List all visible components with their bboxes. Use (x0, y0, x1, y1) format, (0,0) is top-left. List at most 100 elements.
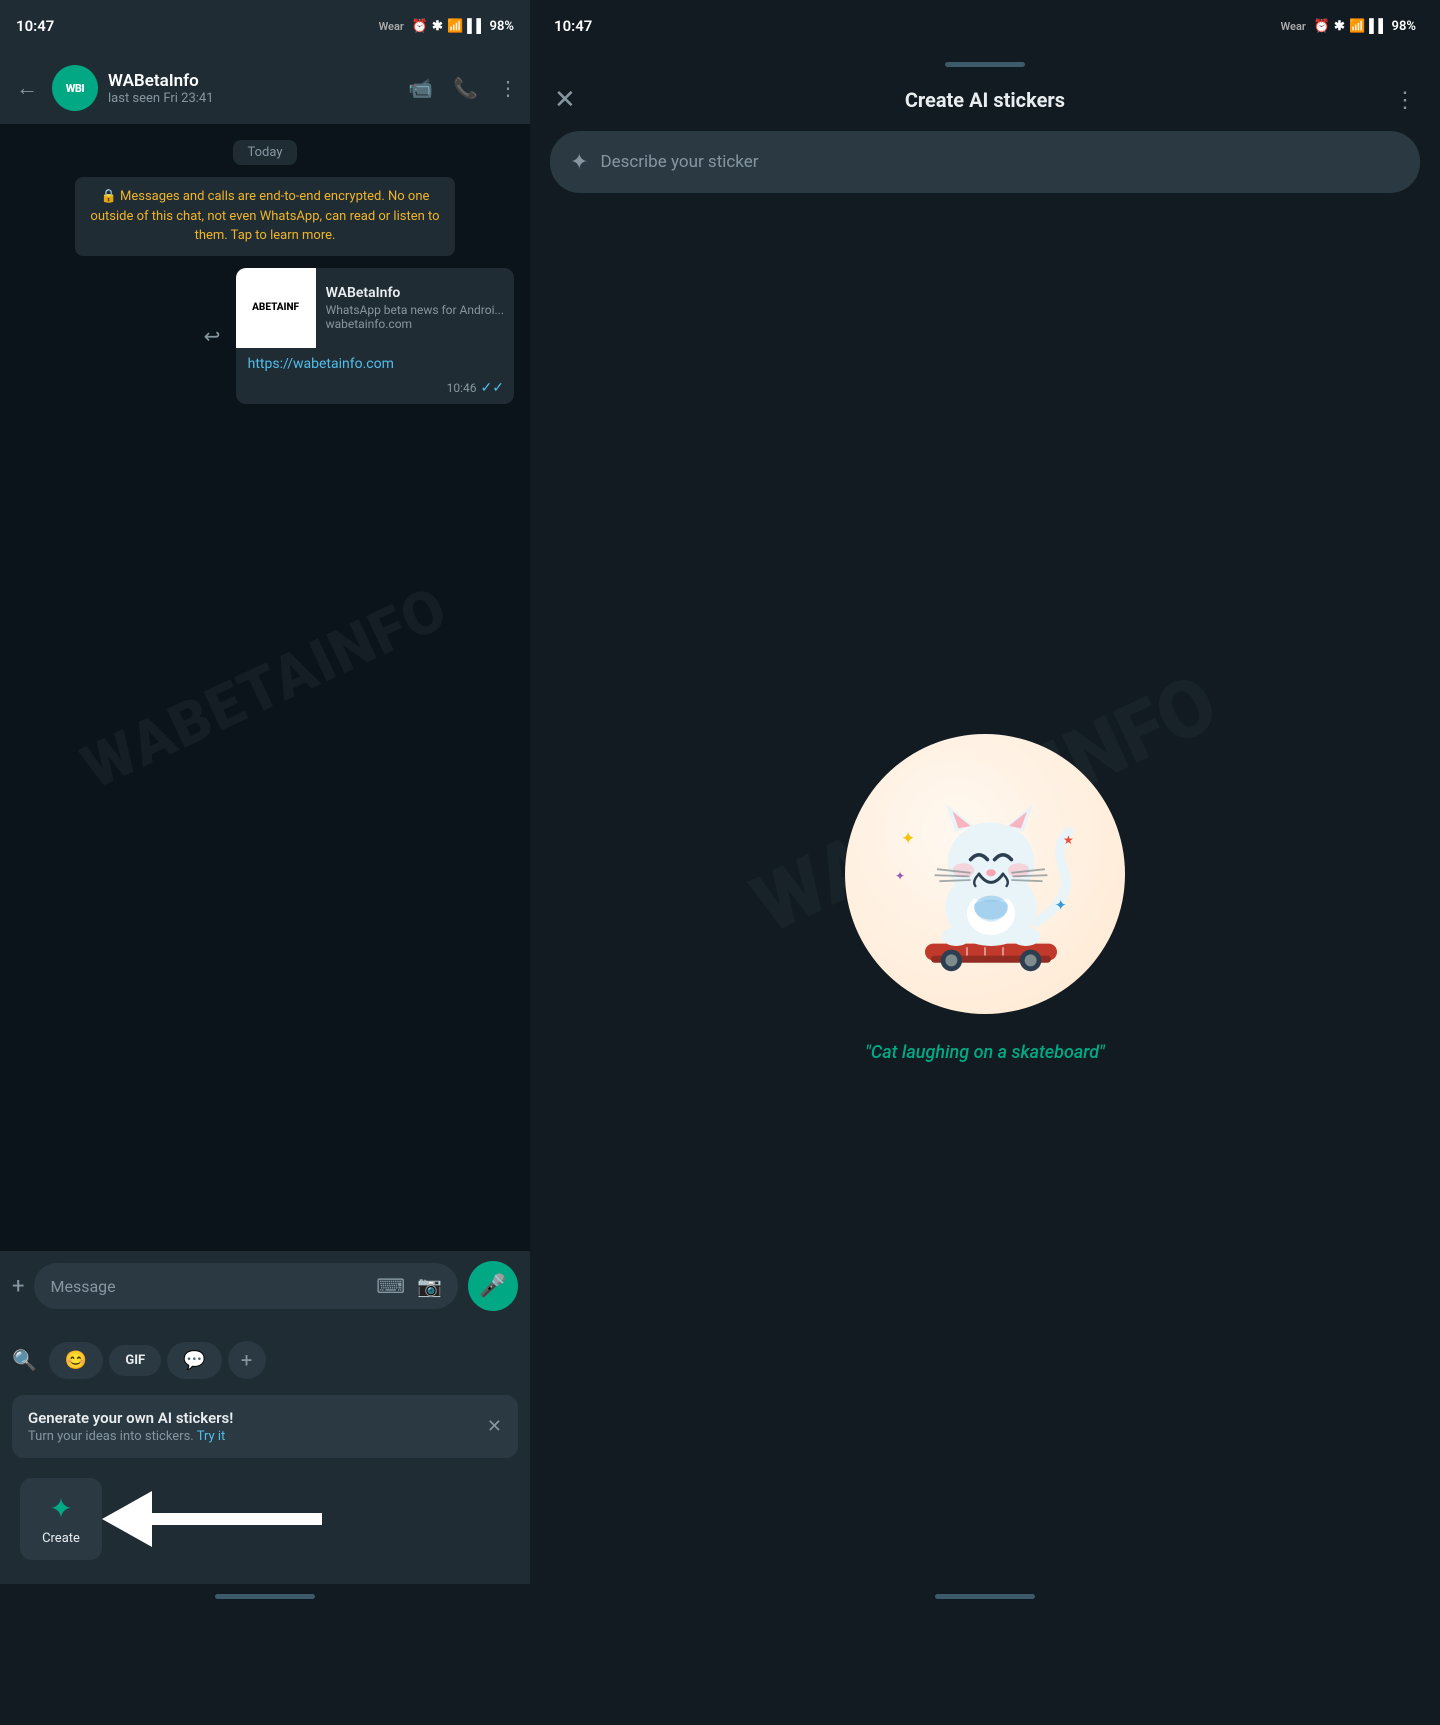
picker-search-row: 🔍 😊 GIF 💬 + (12, 1333, 518, 1387)
message-input-area: + Message ⌨ 📷 🎤 (0, 1251, 530, 1321)
reply-icon[interactable]: ↩ (204, 324, 221, 348)
home-indicator-left[interactable] (215, 1594, 315, 1599)
svg-text:★: ★ (1063, 833, 1074, 847)
ai-promo-text: Generate your own AI stickers! Turn your… (28, 1409, 233, 1444)
home-indicator-right[interactable] (935, 1594, 1035, 1599)
sticker-caption: "Cat laughing on a skateboard" (865, 1042, 1104, 1063)
sticker-image-container: ✦ ✦ ★ ✦ (845, 734, 1125, 1014)
link-description: WhatsApp beta news for Androi... (326, 303, 504, 317)
ai-promo-banner: Generate your own AI stickers! Turn your… (12, 1395, 518, 1458)
header-icons: 📹 📞 ⋮ (408, 76, 518, 100)
link-title: WABetaInfo (326, 285, 504, 301)
link-url[interactable]: https://wabetainfo.com (236, 348, 514, 376)
link-preview: ABETAINF WABetaInfo WhatsApp beta news f… (236, 268, 514, 348)
describe-sticker-input[interactable]: ✦ Describe your sticker (550, 131, 1420, 193)
link-text-block: WABetaInfo WhatsApp beta news for Androi… (316, 268, 514, 348)
arrow-shaft (152, 1513, 322, 1525)
emoji-tab-icon: 😊 (65, 1350, 87, 1371)
attach-button[interactable]: + (12, 1274, 24, 1299)
svg-text:✦: ✦ (895, 869, 905, 883)
camera-icon[interactable]: 📷 (417, 1274, 442, 1298)
message-time-row: 10:46 ✓✓ (236, 376, 514, 404)
link-message-bubble: ABETAINF WABetaInfo WhatsApp beta news f… (236, 268, 514, 404)
message-time: 10:46 (447, 381, 477, 395)
signal-icon-right: ▌▌ (1369, 18, 1387, 34)
gif-tab[interactable]: GIF (109, 1345, 161, 1376)
sheet-header: ✕ Create AI stickers ⋮ (530, 73, 1440, 131)
system-message[interactable]: 🔒 Messages and calls are end-to-end encr… (75, 177, 455, 256)
sheet-more-options[interactable]: ⋮ (1394, 88, 1416, 113)
describe-placeholder: Describe your sticker (600, 152, 758, 172)
alarm-icon-right: ⏰ (1314, 19, 1330, 34)
time-left: 10:47 (16, 17, 54, 35)
sticker-tab[interactable]: 💬 (167, 1342, 221, 1379)
mic-icon: 🎤 (479, 1274, 506, 1299)
sticker-picker: 🔍 😊 GIF 💬 + Generate your own AI sticker… (0, 1321, 530, 1584)
sticker-display-area: ✦ ✦ ★ ✦ "Cat laughing on a skateboard" (530, 213, 1440, 1584)
link-domain: wabetainfo.com (326, 317, 504, 331)
contact-avatar: WBI (52, 65, 98, 111)
svg-text:✦: ✦ (1055, 897, 1067, 914)
close-sheet-button[interactable]: ✕ (554, 85, 576, 115)
describe-input-row: ✦ Describe your sticker (530, 131, 1440, 193)
emoji-tab[interactable]: 😊 (49, 1342, 103, 1379)
sparkle-icon: ✦ (570, 150, 588, 175)
bottom-bar-left (0, 1584, 530, 1608)
bluetooth-icon-right: ✱ (1334, 19, 1345, 34)
wifi-icon-right: 📶 (1349, 19, 1365, 34)
add-sticker-pack-button[interactable]: + (228, 1341, 266, 1379)
keyboard-toggle-icon[interactable]: ⌨ (376, 1274, 405, 1298)
picker-tabs: 😊 GIF 💬 + (49, 1341, 518, 1379)
status-bar-right: 10:47 Wear ⏰ ✱ 📶 ▌▌ 98% (530, 0, 1440, 52)
time-right: 10:47 (554, 17, 592, 35)
create-button-label: Create (42, 1531, 80, 1546)
chat-header: ← WBI WABetaInfo last seen Fri 23:41 📹 📞… (0, 52, 530, 124)
bottom-bar-right (530, 1584, 1440, 1608)
ai-promo-subtitle: Turn your ideas into stickers. Try it (28, 1429, 233, 1444)
sheet-title: Create AI stickers (905, 88, 1065, 112)
message-placeholder: Message (50, 1277, 364, 1296)
svg-text:✦: ✦ (901, 829, 915, 849)
date-divider: Today (16, 140, 514, 165)
ai-sparkle-icon: ✦ (49, 1492, 72, 1525)
link-image: ABETAINF (236, 268, 316, 348)
alarm-icon: ⏰ (412, 19, 428, 34)
signal-icon: ▌▌ (467, 18, 485, 34)
ai-promo-close-button[interactable]: ✕ (487, 1416, 502, 1437)
battery-right: 98% (1392, 19, 1416, 34)
handle-bar (945, 62, 1025, 67)
message-bubble: ↩ ABETAINF WABetaInfo WhatsApp beta news… (236, 268, 514, 404)
chat-area: WABETAINFO Today 🔒 Messages and calls ar… (0, 124, 530, 1251)
contact-status: last seen Fri 23:41 (108, 91, 398, 106)
video-call-icon[interactable]: 📹 (408, 76, 433, 100)
read-receipt-icon: ✓✓ (481, 380, 504, 396)
status-bar-left: 10:47 Wear ⏰ ✱ 📶 ▌▌ 98% (0, 0, 530, 52)
date-badge: Today (233, 140, 296, 165)
message-input-box[interactable]: Message ⌨ 📷 (34, 1263, 458, 1309)
create-sticker-button[interactable]: ✦ Create (20, 1478, 102, 1560)
create-sticker-area: ✦ Create (12, 1466, 518, 1572)
wear-label-left: Wear (379, 20, 404, 33)
arrow-graphic (102, 1494, 322, 1544)
arrow-indicator (102, 1494, 322, 1544)
sheet-handle (530, 52, 1440, 73)
wifi-icon: 📶 (447, 19, 463, 34)
mic-button[interactable]: 🎤 (468, 1261, 518, 1311)
status-icons-left: Wear ⏰ ✱ 📶 ▌▌ 98% (379, 18, 514, 34)
ai-promo-try-link[interactable]: Try it (197, 1429, 226, 1444)
ai-promo-title: Generate your own AI stickers! (28, 1409, 233, 1427)
more-options-icon[interactable]: ⋮ (498, 76, 518, 100)
picker-search-icon[interactable]: 🔍 (12, 1348, 37, 1372)
contact-info: WABetaInfo last seen Fri 23:41 (108, 71, 398, 106)
right-panel: WABETAINFO 10:47 Wear ⏰ ✱ 📶 ▌▌ 98% ✕ Cre… (530, 0, 1440, 1608)
link-card[interactable]: ABETAINF WABetaInfo WhatsApp beta news f… (236, 268, 514, 404)
gif-tab-label: GIF (125, 1353, 145, 1368)
left-panel: 10:47 Wear ⏰ ✱ 📶 ▌▌ 98% ← WBI WABetaInfo… (0, 0, 530, 1608)
wear-label-right: Wear (1281, 20, 1306, 33)
cat-sticker-image: ✦ ✦ ★ ✦ (865, 754, 1105, 994)
voice-call-icon[interactable]: 📞 (453, 76, 478, 100)
status-icons-right: Wear ⏰ ✱ 📶 ▌▌ 98% (1281, 18, 1416, 34)
contact-name: WABetaInfo (108, 71, 398, 91)
arrow-head (102, 1491, 152, 1547)
back-button[interactable]: ← (12, 71, 42, 105)
